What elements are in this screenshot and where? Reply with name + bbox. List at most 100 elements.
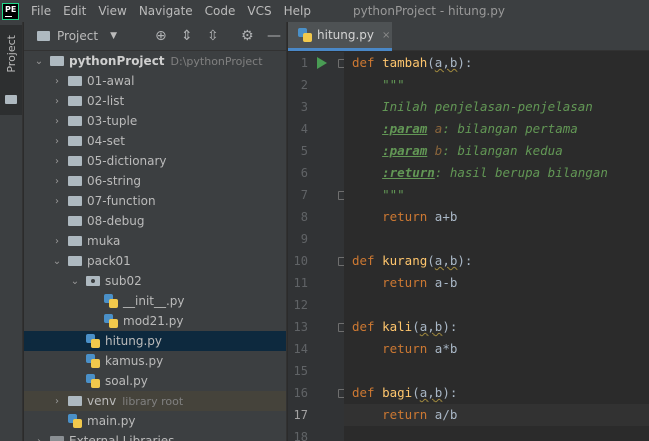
line-number: 10 — [293, 254, 308, 268]
line-number: 9 — [300, 232, 308, 246]
tree-item-label: 03-tuple — [87, 114, 138, 128]
chevron-down-icon[interactable]: ⌄ — [70, 276, 80, 287]
line-number: 3 — [300, 100, 308, 114]
code-editor[interactable]: def tambah(a,b): """ Inilah penjelasan-p… — [344, 52, 649, 441]
code-line[interactable]: def bagi(a,b): — [344, 382, 649, 404]
tree-item[interactable]: › 07-function — [24, 191, 286, 211]
line-number: 17 — [293, 408, 308, 422]
tree-item[interactable]: mod21.py — [24, 311, 286, 331]
gear-icon[interactable]: ⚙ — [241, 29, 254, 43]
chevron-right-icon[interactable]: › — [52, 156, 62, 167]
collapse-all-icon[interactable]: ⇳ — [207, 29, 219, 43]
tree-item-label: venv library root — [87, 394, 184, 408]
tree-item[interactable]: › 03-tuple — [24, 111, 286, 131]
chevron-right-icon[interactable]: › — [52, 396, 62, 407]
code-line[interactable]: """ — [344, 74, 649, 96]
code-line[interactable]: def tambah(a,b): — [344, 52, 649, 74]
project-view-selector[interactable]: Project — [57, 29, 98, 43]
tree-item[interactable]: main.py — [24, 411, 286, 431]
chevron-right-icon[interactable]: › — [52, 76, 62, 87]
code-line[interactable] — [344, 294, 649, 316]
code-line[interactable] — [344, 426, 649, 441]
chevron-down-icon[interactable]: ⌄ — [34, 56, 44, 67]
code-line[interactable] — [344, 360, 649, 382]
tree-item[interactable]: › venv library root — [24, 391, 286, 411]
chevron-right-icon[interactable]: › — [52, 236, 62, 247]
tree-item[interactable]: 08-debug — [24, 211, 286, 231]
run-icon[interactable] — [317, 57, 327, 69]
tree-item[interactable]: kamus.py — [24, 351, 286, 371]
line-number: 13 — [293, 320, 308, 334]
line-number: 1 — [300, 56, 308, 70]
chevron-right-icon[interactable]: › — [34, 436, 44, 441]
folder-icon — [68, 76, 82, 86]
tree-item-label: __init__.py — [123, 294, 185, 308]
expand-all-icon[interactable]: ⇕ — [181, 29, 193, 43]
menu-vcs[interactable]: VCS — [247, 4, 271, 18]
python-file-icon — [68, 414, 82, 428]
chevron-right-icon[interactable]: › — [52, 136, 62, 147]
line-number: 6 — [300, 166, 308, 180]
code-line[interactable]: return a*b — [344, 338, 649, 360]
tree-item[interactable]: › 02-list — [24, 91, 286, 111]
folder-icon — [68, 116, 82, 126]
chevron-down-icon[interactable]: ⌄ — [52, 256, 62, 267]
tree-item[interactable]: › 01-awal — [24, 71, 286, 91]
crosshair-icon[interactable]: ⊕ — [155, 29, 167, 43]
tree-item-label: 07-function — [87, 194, 156, 208]
window-title: pythonProject - hitung.py — [352, 4, 505, 18]
tree-item-label: muka — [87, 234, 121, 248]
code-line[interactable]: return a/b — [344, 404, 649, 426]
library-icon — [50, 436, 64, 441]
chevron-right-icon[interactable]: › — [52, 176, 62, 187]
python-file-icon — [86, 374, 100, 388]
code-line[interactable]: return a-b — [344, 272, 649, 294]
tree-item-label: pythonProject D:\pythonProject — [69, 54, 263, 68]
tree-item[interactable]: ⌄ pythonProject D:\pythonProject — [24, 51, 286, 71]
tree-item[interactable]: hitung.py — [24, 331, 286, 351]
chevron-right-icon[interactable]: › — [52, 196, 62, 207]
tree-item[interactable]: › 06-string — [24, 171, 286, 191]
line-number: 2 — [300, 78, 308, 92]
menu-navigate[interactable]: Navigate — [139, 4, 193, 18]
menu-file[interactable]: File — [31, 4, 51, 18]
code-line[interactable]: Inilah penjelasan-penjelasan — [344, 96, 649, 118]
chevron-down-icon[interactable]: ▼ — [110, 31, 117, 41]
tree-item[interactable]: soal.py — [24, 371, 286, 391]
tree-item[interactable]: › muka — [24, 231, 286, 251]
tree-item[interactable]: __init__.py — [24, 291, 286, 311]
line-number: 14 — [293, 342, 308, 356]
chevron-right-icon[interactable]: › — [52, 96, 62, 107]
code-line[interactable]: """ — [344, 184, 649, 206]
line-number: 15 — [293, 364, 308, 378]
project-tool-window-button[interactable]: Project — [0, 25, 22, 115]
code-line[interactable]: def kali(a,b): — [344, 316, 649, 338]
menu-view[interactable]: View — [98, 4, 126, 18]
tree-item-hint: D:\pythonProject — [170, 55, 263, 68]
code-line[interactable] — [344, 228, 649, 250]
line-number: 18 — [293, 430, 308, 441]
tree-item-label: 08-debug — [87, 214, 145, 228]
tree-item[interactable]: › 04-set — [24, 131, 286, 151]
menu-edit[interactable]: Edit — [63, 4, 86, 18]
left-tool-stripe: Project — [0, 22, 23, 441]
tree-item[interactable]: ⌄ pack01 — [24, 251, 286, 271]
code-line[interactable]: :return: hasil berupa bilangan — [344, 162, 649, 184]
tree-item[interactable]: › 05-dictionary — [24, 151, 286, 171]
minimize-icon[interactable]: — — [267, 29, 281, 43]
tab-hitung-py[interactable]: hitung.py × — [288, 22, 392, 51]
python-file-icon — [104, 294, 118, 308]
tree-item-label: soal.py — [105, 374, 148, 388]
menu-code[interactable]: Code — [205, 4, 236, 18]
chevron-right-icon[interactable]: › — [52, 116, 62, 127]
code-line[interactable]: :param a: bilangan pertama — [344, 118, 649, 140]
close-icon[interactable]: × — [382, 30, 390, 41]
tree-item-label: hitung.py — [105, 334, 163, 348]
project-panel: Project ▼ ⊕ ⇕ ⇳ ⚙ — ⌄ pythonProject D:\pyt… — [24, 22, 287, 441]
code-line[interactable]: return a+b — [344, 206, 649, 228]
tree-item[interactable]: › External Libraries — [24, 431, 286, 441]
code-line[interactable]: :param b: bilangan kedua — [344, 140, 649, 162]
code-line[interactable]: def kurang(a,b): — [344, 250, 649, 272]
tree-item[interactable]: ⌄ sub02 — [24, 271, 286, 291]
menu-help[interactable]: Help — [284, 4, 311, 18]
